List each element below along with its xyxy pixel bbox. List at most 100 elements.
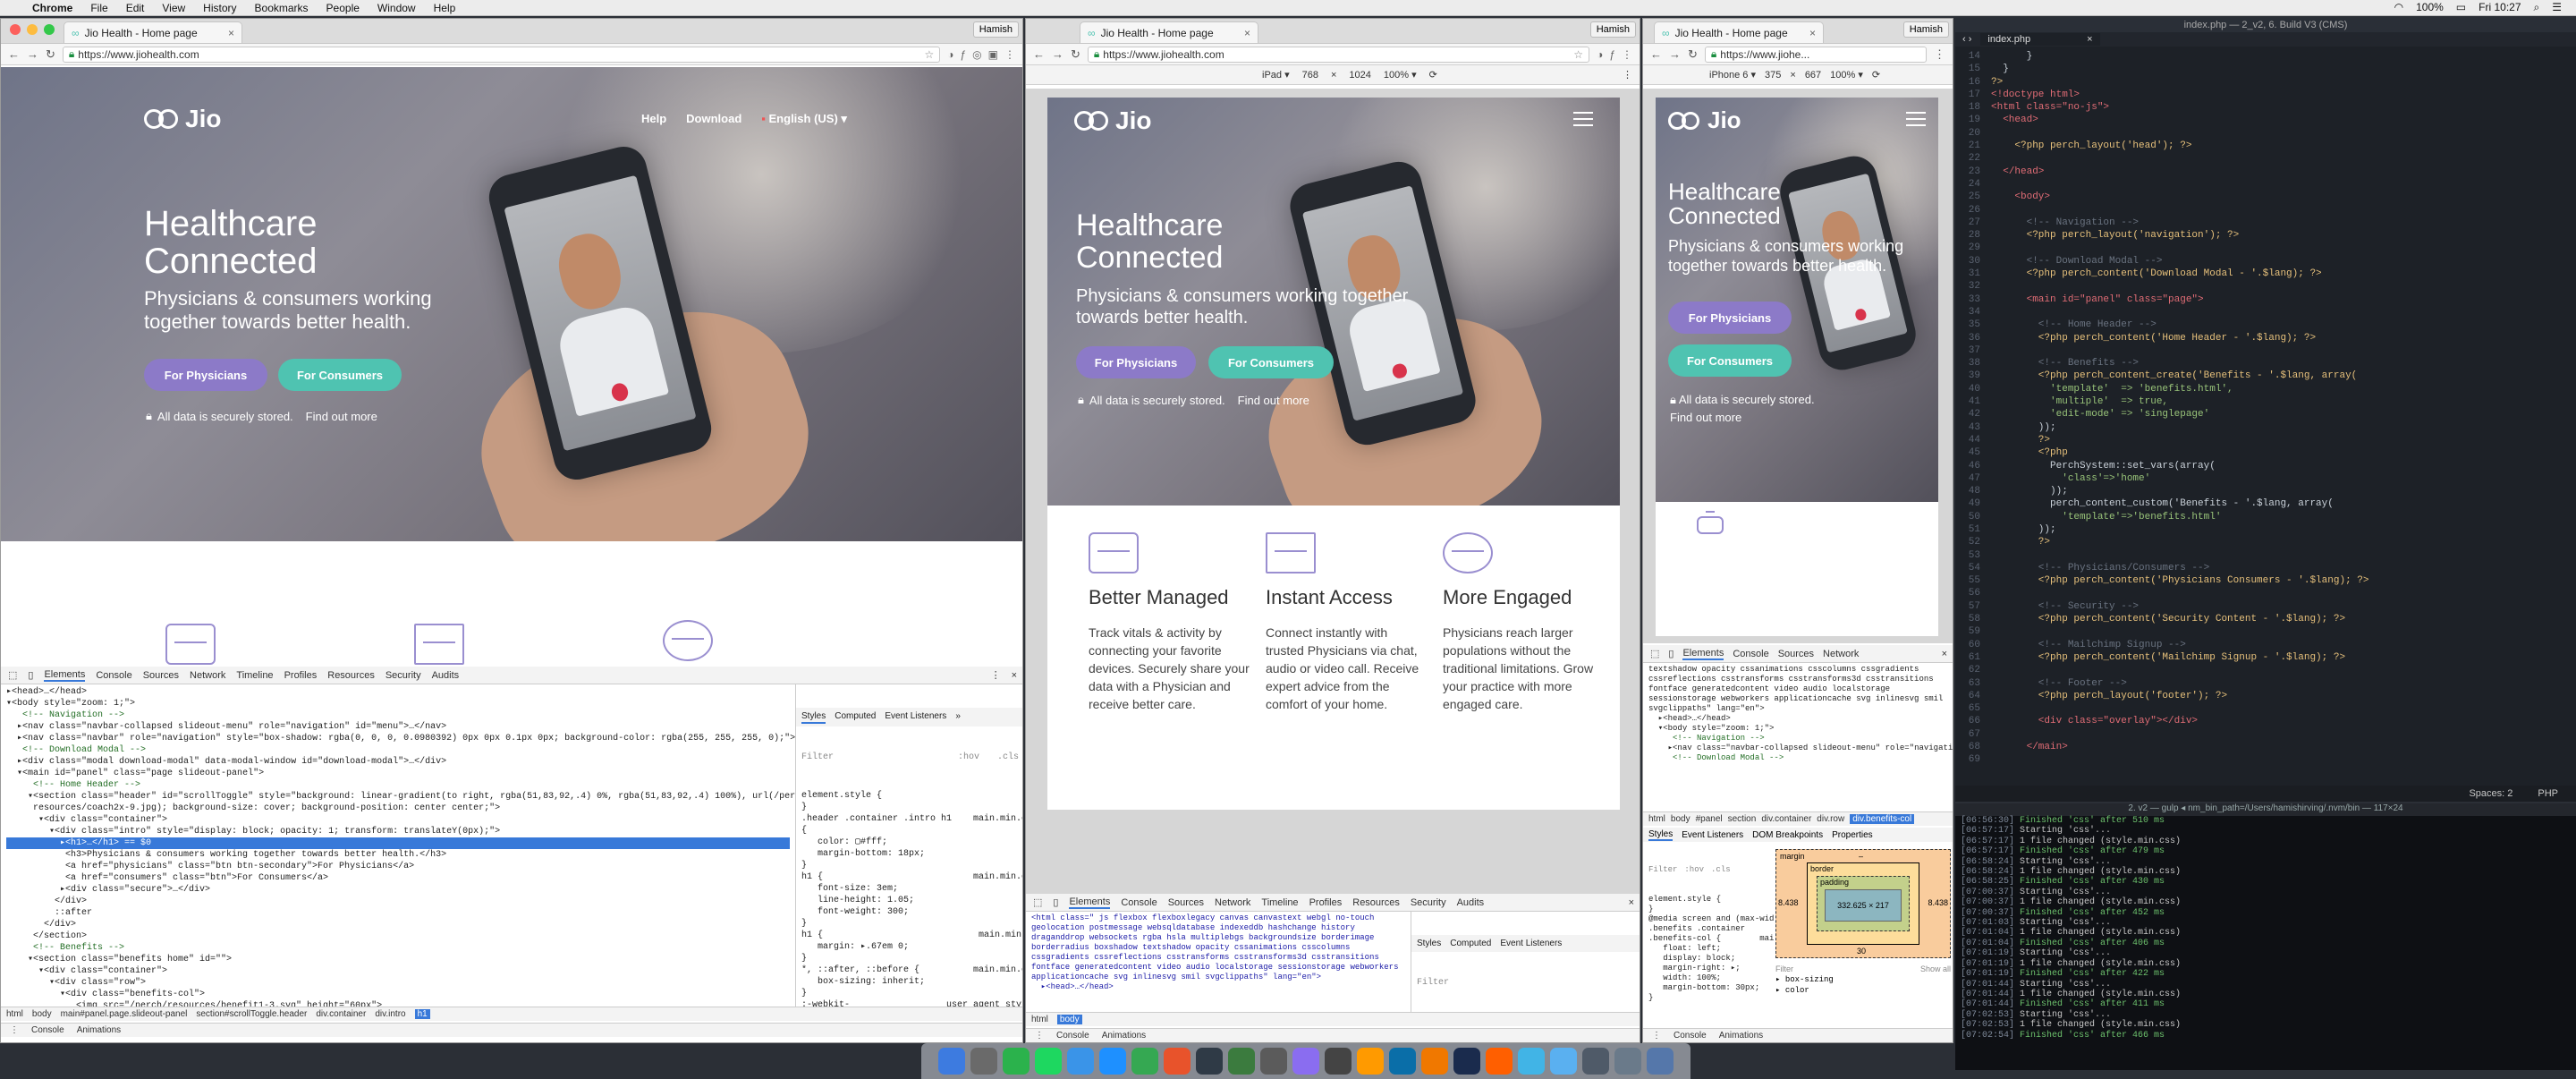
dom-node-line[interactable]: <!-- Benefits -->: [6, 942, 790, 954]
code-line[interactable]: 62: [1955, 664, 2576, 676]
address-bar[interactable]: 🔒︎ https://www.jiohealth.com ☆: [1087, 46, 1590, 63]
dom-node-line[interactable]: cssreflections csstransforms csstransfor…: [1648, 675, 1949, 684]
dock-app-icon[interactable]: [1260, 1048, 1287, 1075]
style-rule-line[interactable]: width: 100%;: [1648, 973, 1768, 983]
back-icon[interactable]: ←: [8, 47, 20, 61]
dom-node-line[interactable]: ::after: [6, 907, 790, 919]
browser-tab[interactable]: ∞ Jio Health - Home page ×: [1080, 21, 1258, 43]
style-rule-line[interactable]: display: block;: [1648, 954, 1768, 964]
tab-event-listeners[interactable]: Event Listeners: [1682, 830, 1743, 840]
tab-console[interactable]: Console: [96, 670, 131, 681]
dock-app-icon[interactable]: [1614, 1048, 1641, 1075]
dom-node-line[interactable]: <!-- Navigation -->: [6, 709, 790, 721]
code-line[interactable]: 31 <?php perch_content('Download Modal -…: [1955, 268, 2576, 280]
extension-icon[interactable]: ◑: [947, 48, 953, 61]
menu-view[interactable]: View: [153, 2, 194, 14]
extension-icon[interactable]: ◎: [972, 48, 981, 61]
code-line[interactable]: 54 <!-- Physicians/Consumers -->: [1955, 562, 2576, 574]
dom-node-line[interactable]: <!-- Download Modal -->: [6, 744, 790, 756]
rotate-icon[interactable]: ⟳: [1429, 69, 1437, 81]
drawer-menu-icon[interactable]: ⋮: [1652, 1031, 1661, 1041]
tab-audits[interactable]: Audits: [1457, 897, 1485, 908]
for-physicians-button[interactable]: For Physicians: [144, 359, 267, 391]
code-line[interactable]: 35 <!-- Home Header -->: [1955, 319, 2576, 331]
dom-node-line[interactable]: ▾<div class="container">: [6, 814, 790, 826]
dom-node-line[interactable]: draganddrop websockets rgba hsla multipl…: [1031, 933, 1405, 943]
dock-app-icon[interactable]: [1389, 1048, 1416, 1075]
devtools-close-icon[interactable]: ×: [1012, 670, 1017, 681]
dom-node-line[interactable]: ▸<div class="modal download-modal" data-…: [6, 756, 790, 768]
dom-node-line[interactable]: </section>: [6, 930, 790, 942]
style-rule-line[interactable]: h1 { main.min.css:9: [801, 930, 1022, 941]
style-rule-line[interactable]: {: [801, 825, 1019, 837]
for-consumers-button[interactable]: For Consumers: [1208, 346, 1334, 378]
computed-property[interactable]: ▸ box-sizing: [1775, 974, 1951, 985]
dom-node-line[interactable]: ▸<head>…</head>: [1031, 982, 1405, 992]
hov-toggle[interactable]: :hov: [958, 752, 979, 763]
browser-tab[interactable]: ∞ Jio Health - Home page ×: [1654, 21, 1824, 43]
menu-bookmarks[interactable]: Bookmarks: [246, 2, 318, 14]
close-window-button[interactable]: [10, 24, 21, 35]
code-line[interactable]: 19 <head>: [1955, 114, 2576, 126]
code-line[interactable]: 68 </main>: [1955, 741, 2576, 753]
crumb[interactable]: div.row: [1817, 814, 1844, 824]
hamburger-menu-icon[interactable]: [1573, 112, 1593, 126]
code-line[interactable]: 41 'multiple' => true,: [1955, 395, 2576, 408]
tab-elements[interactable]: Elements: [44, 669, 86, 682]
drawer-tab-animations[interactable]: Animations: [1102, 1031, 1146, 1041]
style-rule-line[interactable]: line-height: 1.05;: [801, 895, 1019, 906]
emulated-height[interactable]: 667: [1805, 70, 1821, 81]
drawer-tab-console[interactable]: Console: [31, 1025, 64, 1035]
dom-node-line[interactable]: sessionstorage webworkers applicationcac…: [1648, 694, 1949, 704]
drawer-tab-animations[interactable]: Animations: [77, 1025, 121, 1035]
crumb[interactable]: html: [6, 1009, 23, 1019]
style-rule-line[interactable]: element.style {: [1648, 895, 1768, 905]
code-line[interactable]: 42 'edit-mode' => 'singlepage': [1955, 408, 2576, 421]
dom-node-line[interactable]: ▸<head>…</head>: [6, 686, 790, 698]
cls-toggle[interactable]: .cls: [997, 752, 1019, 763]
code-line[interactable]: 56: [1955, 587, 2576, 599]
find-out-more-link[interactable]: Find out more: [1238, 394, 1309, 407]
dock-app-icon[interactable]: [1647, 1048, 1674, 1075]
drawer-tab-console[interactable]: Console: [1674, 1031, 1707, 1041]
dom-node-line[interactable]: applicationcache svg inlinesvg smil svgc…: [1031, 973, 1405, 982]
back-icon[interactable]: ←: [1650, 47, 1662, 61]
for-consumers-button[interactable]: For Consumers: [278, 359, 402, 391]
dock-app-icon[interactable]: [1196, 1048, 1223, 1075]
hamburger-menu-icon[interactable]: [1906, 112, 1926, 126]
devtools-close-icon[interactable]: ×: [1629, 897, 1634, 908]
style-rule-line[interactable]: .header .container .intro h1 main.min.cs…: [801, 813, 1022, 825]
code-line[interactable]: 29: [1955, 242, 2576, 254]
dock-app-icon[interactable]: [1582, 1048, 1609, 1075]
drawer-menu-icon[interactable]: ⋮: [10, 1025, 19, 1035]
tab-profiles[interactable]: Profiles: [1309, 897, 1343, 908]
menu-app[interactable]: Chrome: [23, 2, 81, 14]
dom-node-line[interactable]: ▸<h1>…</h1> == $0: [6, 837, 790, 849]
code-line[interactable]: 60 <!-- Mailchimp Signup -->: [1955, 639, 2576, 651]
code-line[interactable]: 25 <body>: [1955, 191, 2576, 203]
close-tab-icon[interactable]: ×: [228, 27, 234, 39]
crumb-selected[interactable]: body: [1056, 1015, 1082, 1024]
crumb[interactable]: main#panel.page.slideout-panel: [61, 1009, 188, 1019]
code-line[interactable]: 46 PerchSystem::set_vars(array(: [1955, 460, 2576, 472]
code-line[interactable]: 47 'class'=>'home': [1955, 472, 2576, 485]
menu-help[interactable]: Help: [425, 2, 465, 14]
dom-node-line[interactable]: <a href="physicians" class="btn btn-seco…: [6, 861, 790, 872]
style-rule-line[interactable]: .benefits-col { main.min.css:24: [1648, 934, 1774, 944]
style-rule-line[interactable]: }: [801, 860, 1019, 871]
tab-security[interactable]: Security: [1411, 897, 1446, 908]
code-line[interactable]: 51 ));: [1955, 523, 2576, 536]
wifi-icon[interactable]: ◠: [2394, 1, 2403, 14]
dock-app-icon[interactable]: [1228, 1048, 1255, 1075]
code-line[interactable]: 52 ?>: [1955, 536, 2576, 548]
code-line[interactable]: 17 <!doctype html>: [1955, 89, 2576, 101]
editor-tab[interactable]: index.php ×: [1980, 33, 2100, 46]
styles-filter-input[interactable]: Filter: [801, 752, 834, 763]
close-tab-icon[interactable]: ×: [2087, 34, 2092, 45]
dom-node-line[interactable]: ▾<main id="panel" class="page slideout-p…: [6, 768, 790, 779]
emulated-width[interactable]: 768: [1302, 70, 1318, 81]
menu-kebab-icon[interactable]: ⋮: [1004, 48, 1015, 61]
crumb-selected[interactable]: div.benefits-col: [1850, 814, 1915, 824]
tab-sources[interactable]: Sources: [1168, 897, 1204, 908]
jio-logo[interactable]: Jio: [1074, 106, 1151, 135]
